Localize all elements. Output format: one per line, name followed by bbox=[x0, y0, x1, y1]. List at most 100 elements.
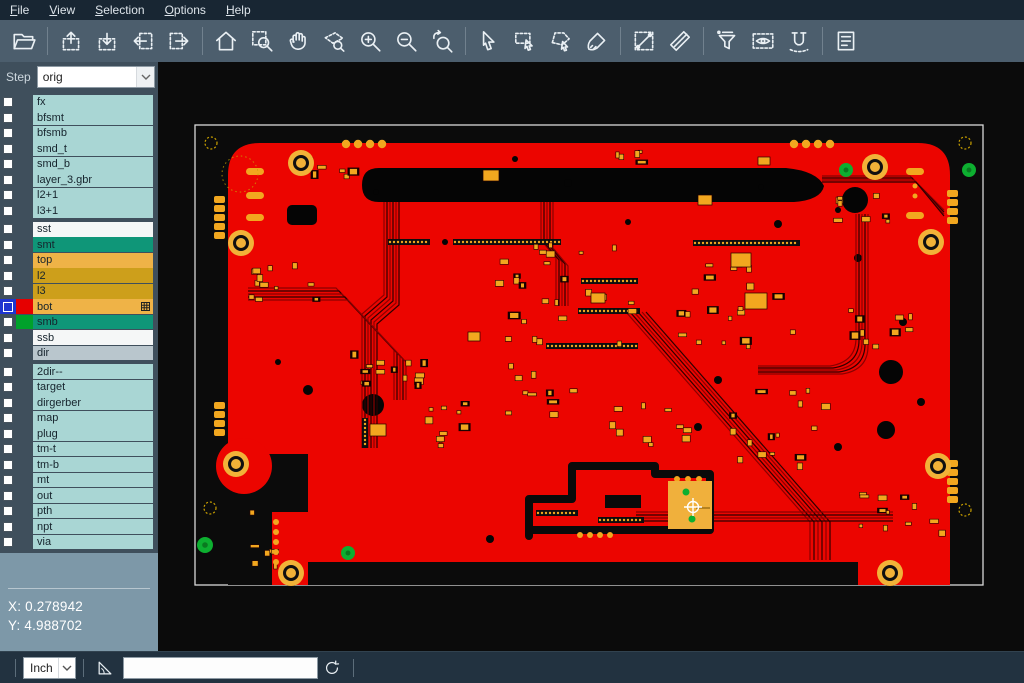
layer-checkbox-smt[interactable] bbox=[0, 237, 16, 252]
layer-label-out[interactable]: out bbox=[33, 488, 153, 503]
layer-color-swatch[interactable] bbox=[16, 411, 33, 426]
layer-label-target[interactable]: target bbox=[33, 380, 153, 395]
layer-checkbox-target[interactable] bbox=[0, 380, 16, 395]
pcb-canvas[interactable] bbox=[158, 62, 1024, 651]
layer-color-swatch[interactable] bbox=[16, 457, 33, 472]
import-left-button[interactable] bbox=[125, 23, 161, 59]
layer-label-via[interactable]: via bbox=[33, 535, 153, 550]
layer-label-ssb[interactable]: ssb bbox=[33, 330, 153, 345]
layer-label-layer_3.gbr[interactable]: layer_3.gbr bbox=[33, 172, 153, 187]
layer-color-swatch[interactable] bbox=[16, 519, 33, 534]
zoom-in-button[interactable] bbox=[352, 23, 388, 59]
layer-color-swatch[interactable] bbox=[16, 126, 33, 141]
layer-checkbox-smd_b[interactable] bbox=[0, 157, 16, 172]
layer-label-plug[interactable]: plug bbox=[33, 426, 153, 441]
layer-checkbox-pth[interactable] bbox=[0, 504, 16, 519]
zoom-object-button[interactable] bbox=[316, 23, 352, 59]
layer-label-pth[interactable]: pth bbox=[33, 504, 153, 519]
layer-label-top[interactable]: top bbox=[33, 253, 153, 268]
layer-label-bfsmt[interactable]: bfsmt bbox=[33, 110, 153, 125]
menu-file[interactable]: File bbox=[0, 0, 39, 20]
layer-label-map[interactable]: map bbox=[33, 411, 153, 426]
layer-color-swatch[interactable] bbox=[16, 504, 33, 519]
layer-checkbox-smb[interactable] bbox=[0, 315, 16, 330]
layer-label-l3+1[interactable]: l3+1 bbox=[33, 203, 153, 218]
layer-label-dir[interactable]: dir bbox=[33, 346, 153, 361]
zoom-previous-button[interactable] bbox=[424, 23, 460, 59]
layer-color-swatch[interactable] bbox=[16, 157, 33, 172]
measure-line-button[interactable] bbox=[626, 23, 662, 59]
layer-checkbox-l2+1[interactable] bbox=[0, 188, 16, 203]
highlight-eye-button[interactable] bbox=[745, 23, 781, 59]
layer-checkbox-tm-b[interactable] bbox=[0, 457, 16, 472]
home-button[interactable] bbox=[208, 23, 244, 59]
layer-checkbox-out[interactable] bbox=[0, 488, 16, 503]
layer-color-swatch[interactable] bbox=[16, 395, 33, 410]
layer-label-smt[interactable]: smt bbox=[33, 237, 153, 252]
step-select[interactable]: orig bbox=[37, 66, 155, 88]
menu-help[interactable]: Help bbox=[216, 0, 261, 20]
layer-color-swatch[interactable] bbox=[16, 141, 33, 156]
zoom-window-button[interactable] bbox=[244, 23, 280, 59]
layer-color-swatch[interactable] bbox=[16, 110, 33, 125]
ruler-button[interactable] bbox=[662, 23, 698, 59]
layer-checkbox-dirgerber[interactable] bbox=[0, 395, 16, 410]
refresh-button[interactable] bbox=[318, 654, 346, 682]
brush-button[interactable] bbox=[579, 23, 615, 59]
layer-checkbox-dir[interactable] bbox=[0, 346, 16, 361]
layer-label-l2[interactable]: l2 bbox=[33, 268, 153, 283]
layer-label-sst[interactable]: sst bbox=[33, 222, 153, 237]
layer-label-2dir--[interactable]: 2dir-- bbox=[33, 364, 153, 379]
layer-label-fx[interactable]: fx bbox=[33, 95, 153, 110]
layer-checkbox-smd_t[interactable] bbox=[0, 141, 16, 156]
layer-label-dirgerber[interactable]: dirgerber bbox=[33, 395, 153, 410]
layer-color-swatch[interactable] bbox=[16, 253, 33, 268]
layer-checkbox-layer_3.gbr[interactable] bbox=[0, 172, 16, 187]
layer-label-bot[interactable]: bot bbox=[33, 299, 153, 314]
layer-checkbox-plug[interactable] bbox=[0, 426, 16, 441]
layer-checkbox-l2[interactable] bbox=[0, 268, 16, 283]
layer-color-swatch[interactable] bbox=[16, 172, 33, 187]
layer-color-swatch[interactable] bbox=[16, 473, 33, 488]
layer-checkbox-l3+1[interactable] bbox=[0, 203, 16, 218]
layer-color-swatch[interactable] bbox=[16, 222, 33, 237]
command-input[interactable] bbox=[123, 657, 318, 679]
layer-checkbox-mt[interactable] bbox=[0, 473, 16, 488]
open-folder-button[interactable] bbox=[6, 23, 42, 59]
angle-measure-icon[interactable] bbox=[91, 654, 119, 682]
select-rect-button[interactable] bbox=[507, 23, 543, 59]
layer-label-tm-b[interactable]: tm-b bbox=[33, 457, 153, 472]
zoom-out-button[interactable] bbox=[388, 23, 424, 59]
layer-color-swatch[interactable] bbox=[16, 268, 33, 283]
layer-label-bfsmb[interactable]: bfsmb bbox=[33, 126, 153, 141]
layer-color-swatch[interactable] bbox=[16, 346, 33, 361]
layer-checkbox-l3[interactable] bbox=[0, 284, 16, 299]
snap-magnet-button[interactable] bbox=[781, 23, 817, 59]
layer-color-swatch[interactable] bbox=[16, 284, 33, 299]
menu-options[interactable]: Options bbox=[155, 0, 216, 20]
layer-label-smb[interactable]: smb bbox=[33, 315, 153, 330]
layer-label-mt[interactable]: mt bbox=[33, 473, 153, 488]
layer-checkbox-2dir--[interactable] bbox=[0, 364, 16, 379]
layer-color-swatch[interactable] bbox=[16, 364, 33, 379]
import-right-button[interactable] bbox=[161, 23, 197, 59]
layer-checkbox-ssb[interactable] bbox=[0, 330, 16, 345]
layer-checkbox-top[interactable] bbox=[0, 253, 16, 268]
layer-color-swatch[interactable] bbox=[16, 203, 33, 218]
layer-label-l3[interactable]: l3 bbox=[33, 284, 153, 299]
layer-color-swatch[interactable] bbox=[16, 488, 33, 503]
menu-selection[interactable]: Selection bbox=[85, 0, 154, 20]
layer-color-swatch[interactable] bbox=[16, 95, 33, 110]
layer-color-swatch[interactable] bbox=[16, 237, 33, 252]
units-select[interactable]: Inch bbox=[23, 657, 76, 679]
log-panel-button[interactable] bbox=[828, 23, 864, 59]
layer-color-swatch[interactable] bbox=[16, 315, 33, 330]
layer-color-swatch[interactable] bbox=[16, 299, 33, 314]
layer-color-swatch[interactable] bbox=[16, 188, 33, 203]
layer-checkbox-tm-t[interactable] bbox=[0, 442, 16, 457]
layer-color-swatch[interactable] bbox=[16, 442, 33, 457]
select-polygon-button[interactable] bbox=[543, 23, 579, 59]
filter-button[interactable] bbox=[709, 23, 745, 59]
menu-view[interactable]: View bbox=[39, 0, 85, 20]
layer-color-swatch[interactable] bbox=[16, 426, 33, 441]
